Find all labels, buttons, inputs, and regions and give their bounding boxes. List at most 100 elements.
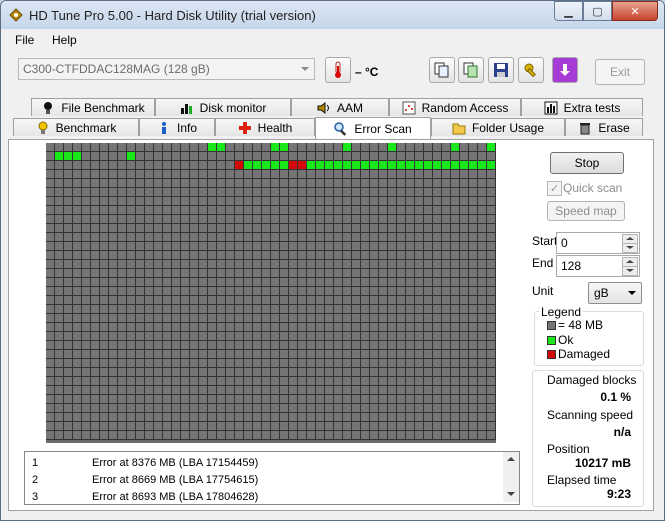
speed-map-button[interactable]: Speed map xyxy=(547,201,625,221)
end-field[interactable]: 128 xyxy=(556,255,640,277)
error-log-row[interactable]: 2 Error at 8669 MB (LBA 17754615) xyxy=(25,471,505,488)
scan-block xyxy=(262,143,271,152)
scan-block xyxy=(181,251,190,260)
scan-block xyxy=(388,305,397,314)
exit-button[interactable]: Exit xyxy=(595,59,645,85)
stop-button[interactable]: Stop xyxy=(550,152,624,174)
scan-block xyxy=(46,215,55,224)
scan-block xyxy=(64,242,73,251)
spin-down-icon[interactable] xyxy=(622,243,638,253)
scroll-down-icon[interactable] xyxy=(507,492,515,496)
options-button[interactable] xyxy=(518,57,544,83)
tab-health[interactable]: Health xyxy=(215,118,315,136)
scan-block xyxy=(469,332,478,341)
scan-block xyxy=(46,368,55,377)
scan-block xyxy=(397,341,406,350)
scan-block xyxy=(163,260,172,269)
scan-block xyxy=(172,233,181,242)
scan-block xyxy=(280,287,289,296)
tab-disk-monitor[interactable]: Disk monitor xyxy=(155,98,291,116)
copy-info-button[interactable] xyxy=(429,57,455,83)
scan-block xyxy=(406,314,415,323)
close-button[interactable]: ✕ xyxy=(612,1,658,21)
scan-block xyxy=(478,161,487,170)
scan-block xyxy=(424,332,433,341)
scan-block xyxy=(397,404,406,413)
scan-block xyxy=(55,287,64,296)
tab-error-scan[interactable]: Error Scan xyxy=(315,117,431,139)
scan-block xyxy=(316,179,325,188)
menu-file[interactable]: File xyxy=(15,33,34,47)
quick-scan-checkbox[interactable]: ✓ xyxy=(547,181,562,196)
scan-block xyxy=(424,350,433,359)
scan-block xyxy=(361,323,370,332)
scan-block xyxy=(226,278,235,287)
tab-folder-usage[interactable]: Folder Usage xyxy=(431,118,565,136)
scan-block xyxy=(262,278,271,287)
scan-block xyxy=(262,350,271,359)
scan-block xyxy=(109,377,118,386)
scan-block xyxy=(487,179,496,188)
error-log-row[interactable]: 1 Error at 8376 MB (LBA 17154459) xyxy=(25,454,505,471)
scan-block xyxy=(478,431,487,440)
scan-block xyxy=(379,413,388,422)
scan-block xyxy=(478,359,487,368)
scan-block xyxy=(487,206,496,215)
scan-block xyxy=(235,305,244,314)
scan-block xyxy=(73,170,82,179)
scan-block xyxy=(478,197,487,206)
unit-select[interactable]: gB xyxy=(588,282,642,304)
scan-block xyxy=(136,386,145,395)
scan-block xyxy=(442,368,451,377)
scan-block xyxy=(235,404,244,413)
copy-screenshot-button[interactable] xyxy=(458,57,484,83)
scan-block xyxy=(325,206,334,215)
scan-block xyxy=(82,206,91,215)
error-log-scrollbar[interactable] xyxy=(503,452,519,502)
scan-block xyxy=(208,179,217,188)
drive-select[interactable]: C300-CTFDDAC128MAG (128 gB) xyxy=(18,58,315,80)
scan-block xyxy=(235,233,244,242)
scan-block xyxy=(424,152,433,161)
scan-block xyxy=(415,143,424,152)
tab-info[interactable]: Info xyxy=(139,118,215,136)
scroll-up-icon[interactable] xyxy=(507,457,515,461)
scan-block xyxy=(73,242,82,251)
tab-extra-tests[interactable]: Extra tests xyxy=(521,98,643,116)
menu-help[interactable]: Help xyxy=(52,33,77,47)
scan-block xyxy=(397,206,406,215)
scan-block xyxy=(226,296,235,305)
scan-block xyxy=(244,278,253,287)
tab-benchmark[interactable]: Benchmark xyxy=(13,118,139,136)
scan-block xyxy=(478,314,487,323)
scan-block xyxy=(55,161,64,170)
scan-block xyxy=(163,251,172,260)
scan-block xyxy=(199,152,208,161)
scan-block xyxy=(433,359,442,368)
scan-block xyxy=(181,296,190,305)
scan-block xyxy=(442,422,451,431)
maximize-button[interactable]: ▢ xyxy=(583,1,612,21)
scan-block xyxy=(379,197,388,206)
scan-block xyxy=(316,323,325,332)
spin-down-icon[interactable] xyxy=(622,266,638,276)
tab-aam[interactable]: AAM xyxy=(291,98,389,116)
tab-file-benchmark[interactable]: File Benchmark xyxy=(31,98,155,116)
scan-block xyxy=(361,170,370,179)
scan-block xyxy=(298,233,307,242)
scan-block xyxy=(190,188,199,197)
error-log-row[interactable]: 3 Error at 8693 MB (LBA 17804628) xyxy=(25,488,505,505)
minimize-button[interactable]: ▁ xyxy=(554,1,583,21)
scan-block xyxy=(334,404,343,413)
start-field[interactable]: 0 xyxy=(556,232,640,254)
tab-random-access[interactable]: Random Access xyxy=(389,98,521,116)
scan-block xyxy=(154,359,163,368)
tab-erase[interactable]: Erase xyxy=(565,118,643,136)
scan-block xyxy=(163,350,172,359)
scan-block xyxy=(460,305,469,314)
download-button[interactable] xyxy=(552,57,578,83)
scan-block xyxy=(136,296,145,305)
scan-block xyxy=(316,197,325,206)
save-button[interactable] xyxy=(488,57,514,83)
temperature-button[interactable] xyxy=(325,57,351,83)
